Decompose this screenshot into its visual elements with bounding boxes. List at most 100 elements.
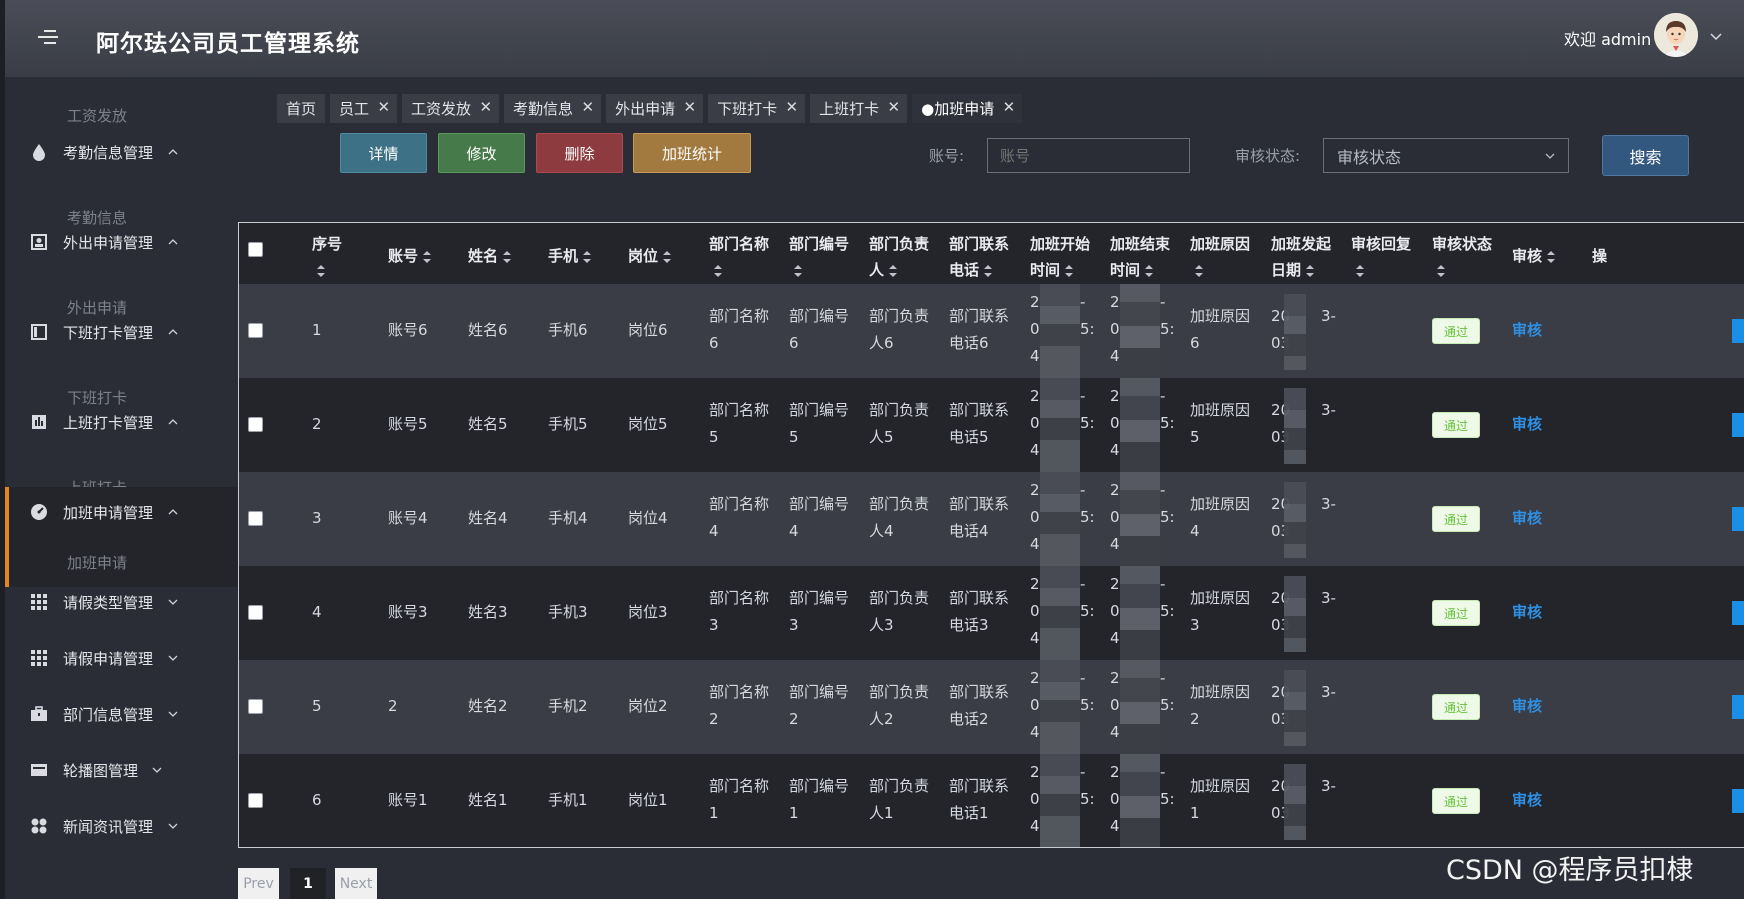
audit-link[interactable]: 审核 <box>1512 507 1542 528</box>
edit-button[interactable]: 修改 <box>438 133 525 173</box>
tab-overtime[interactable]: ●加班申请 ✕ <box>912 94 1023 123</box>
next-page-button[interactable]: Next <box>335 868 377 899</box>
tab-clockout[interactable]: 下班打卡 ✕ <box>708 94 806 123</box>
tab-label: 首页 <box>286 100 317 118</box>
menu-toggle-icon[interactable] <box>38 26 60 48</box>
cell-end-time: 204 <box>1110 575 1120 647</box>
sidebar-item-salary[interactable]: 工资发放 <box>67 105 127 126</box>
table-row[interactable]: 3 账号4 姓名4 手机4 岗位4 部门名称 4 部门编号 4 部门负责 人4 部门联系 电话4 2 0 4 -… <box>239 472 1744 566</box>
row-checkbox[interactable] <box>248 511 263 526</box>
action-button[interactable] <box>1732 319 1744 343</box>
tab-employee[interactable]: 员工 ✕ <box>330 94 398 123</box>
sidebar-group-leave-type[interactable]: 请假类型管理 <box>5 577 238 627</box>
column-header[interactable]: 部门名称 <box>709 231 769 283</box>
select-all-checkbox[interactable] <box>248 242 263 257</box>
action-button[interactable] <box>1732 789 1744 813</box>
cell-account: 2 <box>388 697 398 715</box>
prev-page-button[interactable]: Prev <box>238 868 279 899</box>
tab-label: 员工 <box>339 100 370 118</box>
page-number-button[interactable]: 1 <box>290 868 326 899</box>
delete-button[interactable]: 删除 <box>536 133 623 173</box>
sidebar-group-carousel[interactable]: 轮播图管理 <box>5 745 238 795</box>
tab-home[interactable]: 首页 <box>277 94 326 123</box>
audit-link[interactable]: 审核 <box>1512 413 1542 434</box>
column-header[interactable]: 加班发起 日期 <box>1271 231 1331 283</box>
sidebar-group-attendance[interactable]: 考勤信息管理 <box>5 127 238 177</box>
status-label: 审核状态: <box>1235 147 1301 165</box>
cell-account: 账号5 <box>388 415 428 433</box>
row-checkbox[interactable] <box>248 605 263 620</box>
tab-attendance[interactable]: 考勤信息 ✕ <box>504 94 602 123</box>
close-icon[interactable]: ✕ <box>377 98 390 116</box>
action-button[interactable] <box>1732 695 1744 719</box>
close-icon[interactable]: ✕ <box>479 98 492 116</box>
column-header[interactable]: 部门联系 电话 <box>949 231 1009 283</box>
search-button[interactable]: 搜索 <box>1602 135 1689 176</box>
sidebar-group-leave-apply[interactable]: 请假申请管理 <box>5 633 238 683</box>
sidebar-group-outing[interactable]: 外出申请管理 <box>5 217 238 267</box>
action-button[interactable] <box>1732 413 1744 437</box>
avatar[interactable] <box>1654 13 1698 57</box>
cell-start-time-tail: -5: <box>1080 293 1095 338</box>
action-button[interactable] <box>1732 507 1744 531</box>
close-icon[interactable]: ✕ <box>684 98 697 116</box>
cell-dept-head: 部门负责 人2 <box>869 683 930 728</box>
column-header[interactable]: 手机 <box>548 243 592 269</box>
row-checkbox[interactable] <box>248 699 263 714</box>
tab-label: ●加班申请 <box>921 100 995 118</box>
detail-button[interactable]: 详情 <box>340 133 427 173</box>
overtime-stats-button[interactable]: 加班统计 <box>633 133 751 173</box>
sidebar-item-overtime[interactable]: 加班申请 <box>67 552 127 573</box>
action-button[interactable] <box>1732 601 1744 625</box>
table-row[interactable]: 6 账号1 姓名1 手机1 岗位1 部门名称 1 部门编号 1 部门负责 人1 部门联系 电话1 2 0 4 -… <box>239 754 1744 847</box>
sidebar-group-overtime[interactable]: 加班申请管理 <box>5 487 238 537</box>
audit-link[interactable]: 审核 <box>1512 601 1542 622</box>
tab-outing[interactable]: 外出申请 ✕ <box>606 94 704 123</box>
column-header[interactable]: 姓名 <box>468 243 512 269</box>
column-header[interactable]: 岗位 <box>628 243 672 269</box>
sidebar-group-clockin[interactable]: 上班打卡管理 <box>5 397 238 447</box>
cell-reason: 加班原因 3 <box>1190 589 1251 634</box>
bars-icon <box>32 415 46 429</box>
table-row[interactable]: 2 账号5 姓名5 手机5 岗位5 部门名称 5 部门编号 5 部门负责 人5 部门联系 电话5 2 0 4 -… <box>239 378 1744 472</box>
column-header[interactable]: 审核状态 <box>1432 231 1492 283</box>
row-checkbox[interactable] <box>248 417 263 432</box>
column-header[interactable]: 审核回复 <box>1351 231 1411 283</box>
cell-phone: 手机3 <box>548 603 588 621</box>
table-row[interactable]: 4 账号3 姓名3 手机3 岗位3 部门名称 3 部门编号 3 部门负责 人3 部门联系 电话3 2 0 4 -… <box>239 566 1744 660</box>
cell-phone: 手机1 <box>548 791 588 809</box>
column-header[interactable]: 审核 <box>1512 243 1556 269</box>
column-header[interactable]: 加班开始 时间 <box>1030 231 1090 283</box>
tab-salary[interactable]: 工资发放 ✕ <box>402 94 500 123</box>
column-header[interactable]: 操 <box>1592 243 1607 269</box>
audit-link[interactable]: 审核 <box>1512 319 1542 340</box>
close-icon[interactable]: ✕ <box>581 98 594 116</box>
column-header[interactable]: 加班原因 <box>1190 231 1250 283</box>
chevron-down-icon[interactable] <box>1708 28 1724 44</box>
column-header[interactable]: 部门编号 <box>789 231 849 283</box>
row-checkbox[interactable] <box>248 793 263 808</box>
column-header[interactable]: 部门负责人 <box>869 231 929 283</box>
sidebar-group-department[interactable]: 部门信息管理 <box>5 689 238 739</box>
table-row[interactable]: 1 账号6 姓名6 手机6 岗位6 部门名称 6 部门编号 6 部门负责 人6 部门联系 电话6 2 0 4 -… <box>239 284 1744 378</box>
table-row[interactable]: 5 2 姓名2 手机2 岗位2 部门名称 2 部门编号 2 部门负责 人2 部门联系 电话2 2 0 4 -5:… <box>239 660 1744 754</box>
audit-link[interactable]: 审核 <box>1512 789 1542 810</box>
sidebar-group-news[interactable]: 新闻资讯管理 <box>5 801 238 851</box>
column-header[interactable]: 序号 <box>312 231 342 283</box>
column-header[interactable]: 加班结束 时间 <box>1110 231 1170 283</box>
cell-phone: 手机2 <box>548 697 588 715</box>
status-badge: 通过 <box>1432 506 1480 532</box>
column-header[interactable]: 账号 <box>388 243 432 269</box>
cell-reason: 加班原因 5 <box>1190 401 1251 446</box>
sidebar-group-clockout[interactable]: 下班打卡管理 <box>5 307 238 357</box>
row-checkbox[interactable] <box>248 323 263 338</box>
audit-link[interactable]: 审核 <box>1512 695 1542 716</box>
account-input[interactable] <box>987 138 1190 173</box>
close-icon[interactable]: ✕ <box>1003 98 1016 116</box>
cell-start-time: 204 <box>1030 387 1040 459</box>
close-icon[interactable]: ✕ <box>888 98 901 116</box>
chevron-up-icon <box>168 149 178 155</box>
tab-clockin[interactable]: 上班打卡 ✕ <box>810 94 908 123</box>
close-icon[interactable]: ✕ <box>786 98 799 116</box>
status-select[interactable]: 审核状态 <box>1323 138 1569 173</box>
